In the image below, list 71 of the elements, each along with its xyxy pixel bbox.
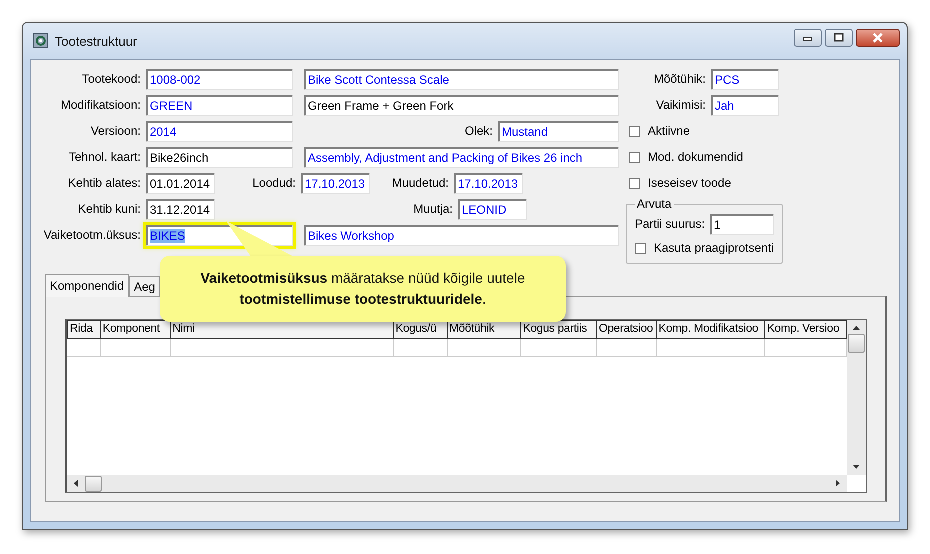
field-label: Loodud: [252, 176, 297, 190]
field-label: Kehtib alates: [67, 176, 142, 190]
input-field[interactable]: 2014 [146, 120, 293, 142]
input-field[interactable]: Assembly, Adjustment and Packing of Bikes 26 inch [304, 146, 619, 168]
field-label: Muudetud: [391, 176, 450, 190]
checkbox[interactable] [629, 178, 640, 188]
window-title: Tootestruktuur [55, 34, 138, 48]
input-field[interactable]: Bike26inch [146, 146, 293, 168]
table-cell[interactable] [394, 339, 448, 357]
field-label: Olek: [464, 124, 494, 138]
column-header[interactable]: Komponent [100, 320, 171, 339]
input-field[interactable]: 1008-002 [146, 68, 293, 90]
checkbox-label: Iseseisev toode [648, 176, 732, 190]
field-label: Tehnol. kaart: [68, 150, 142, 164]
input-field[interactable]: Green Frame + Green Fork [304, 94, 619, 116]
input-field[interactable]: Bike Scott Contessa Scale [304, 68, 619, 90]
field-label: Versioon: [90, 124, 142, 138]
checkbox-label: Aktiivne [648, 124, 690, 138]
scroll-up-icon[interactable] [852, 325, 861, 331]
close-button[interactable] [856, 29, 900, 47]
tab[interactable]: Aeg [129, 276, 160, 296]
scroll-thumb[interactable] [848, 334, 865, 353]
input-field[interactable]: LEONID [458, 198, 527, 220]
input-field[interactable]: 1 [710, 214, 774, 234]
callout-text: Vaiketootmisüksus määratakse nüüd kõigile uutele tootmistellimuse tootestruktuuridele. [200, 269, 526, 309]
scroll-left-icon[interactable] [73, 479, 79, 488]
column-header[interactable]: Rida [67, 320, 101, 339]
table-cell[interactable] [170, 339, 394, 357]
checkbox[interactable] [629, 126, 640, 136]
vertical-scrollbar[interactable] [847, 320, 866, 475]
checkbox[interactable] [635, 242, 646, 254]
field-label: Vaikimisi: [655, 98, 707, 112]
checkbox-label: Mod. dokumendid [648, 150, 744, 164]
table-cell[interactable] [67, 339, 101, 357]
input-field[interactable]: GREEN [146, 94, 293, 116]
maximize-icon [833, 33, 845, 43]
table-cell[interactable] [448, 339, 522, 357]
checkbox-label: Kasuta praagiprotsenti [654, 241, 774, 255]
table-cell[interactable] [596, 339, 657, 357]
maximize-button[interactable] [825, 29, 853, 47]
checkbox[interactable] [629, 152, 640, 162]
table-cell[interactable] [521, 339, 597, 357]
field-label: Mõõtühik: [652, 72, 707, 86]
date-field[interactable]: 01.01.2014 [146, 172, 215, 194]
column-header[interactable]: Komp. Versioo [765, 320, 847, 339]
scroll-right-icon[interactable] [835, 479, 841, 488]
input-field[interactable]: Bikes Workshop [304, 224, 619, 246]
horizontal-scrollbar[interactable] [67, 475, 847, 492]
field-label: Vaiketootm.üksus: [42, 228, 142, 242]
input-field[interactable]: Jah [711, 94, 779, 116]
table-cell[interactable] [100, 339, 171, 357]
field-label: Kehtib kuni: [77, 202, 142, 216]
scroll-thumb[interactable] [85, 476, 102, 492]
tab[interactable]: Komponendid [45, 274, 130, 297]
field-label: Tootekood: [81, 72, 142, 86]
column-header[interactable]: Operatsioo [596, 320, 657, 339]
field-label: Muutja: [412, 202, 454, 216]
date-field[interactable]: 17.10.2013 [454, 172, 523, 194]
field-label: Modifikatsioon: [60, 98, 142, 112]
scroll-down-icon[interactable] [852, 464, 861, 470]
date-field[interactable]: 31.12.2014 [146, 198, 215, 220]
date-field[interactable]: 17.10.2013 [301, 172, 370, 194]
field-label: Partii suurus: [635, 217, 706, 231]
group-title: Arvuta [635, 197, 674, 211]
input-field[interactable]: PCS [711, 68, 779, 90]
close-icon [871, 33, 885, 43]
table-cell[interactable] [656, 339, 766, 357]
column-header[interactable]: Kogus partiis [521, 320, 597, 339]
input-field[interactable]: Mustand [498, 120, 619, 142]
minimize-button[interactable] [794, 29, 822, 47]
column-header[interactable]: Komp. Modifikatsioo [656, 320, 766, 339]
